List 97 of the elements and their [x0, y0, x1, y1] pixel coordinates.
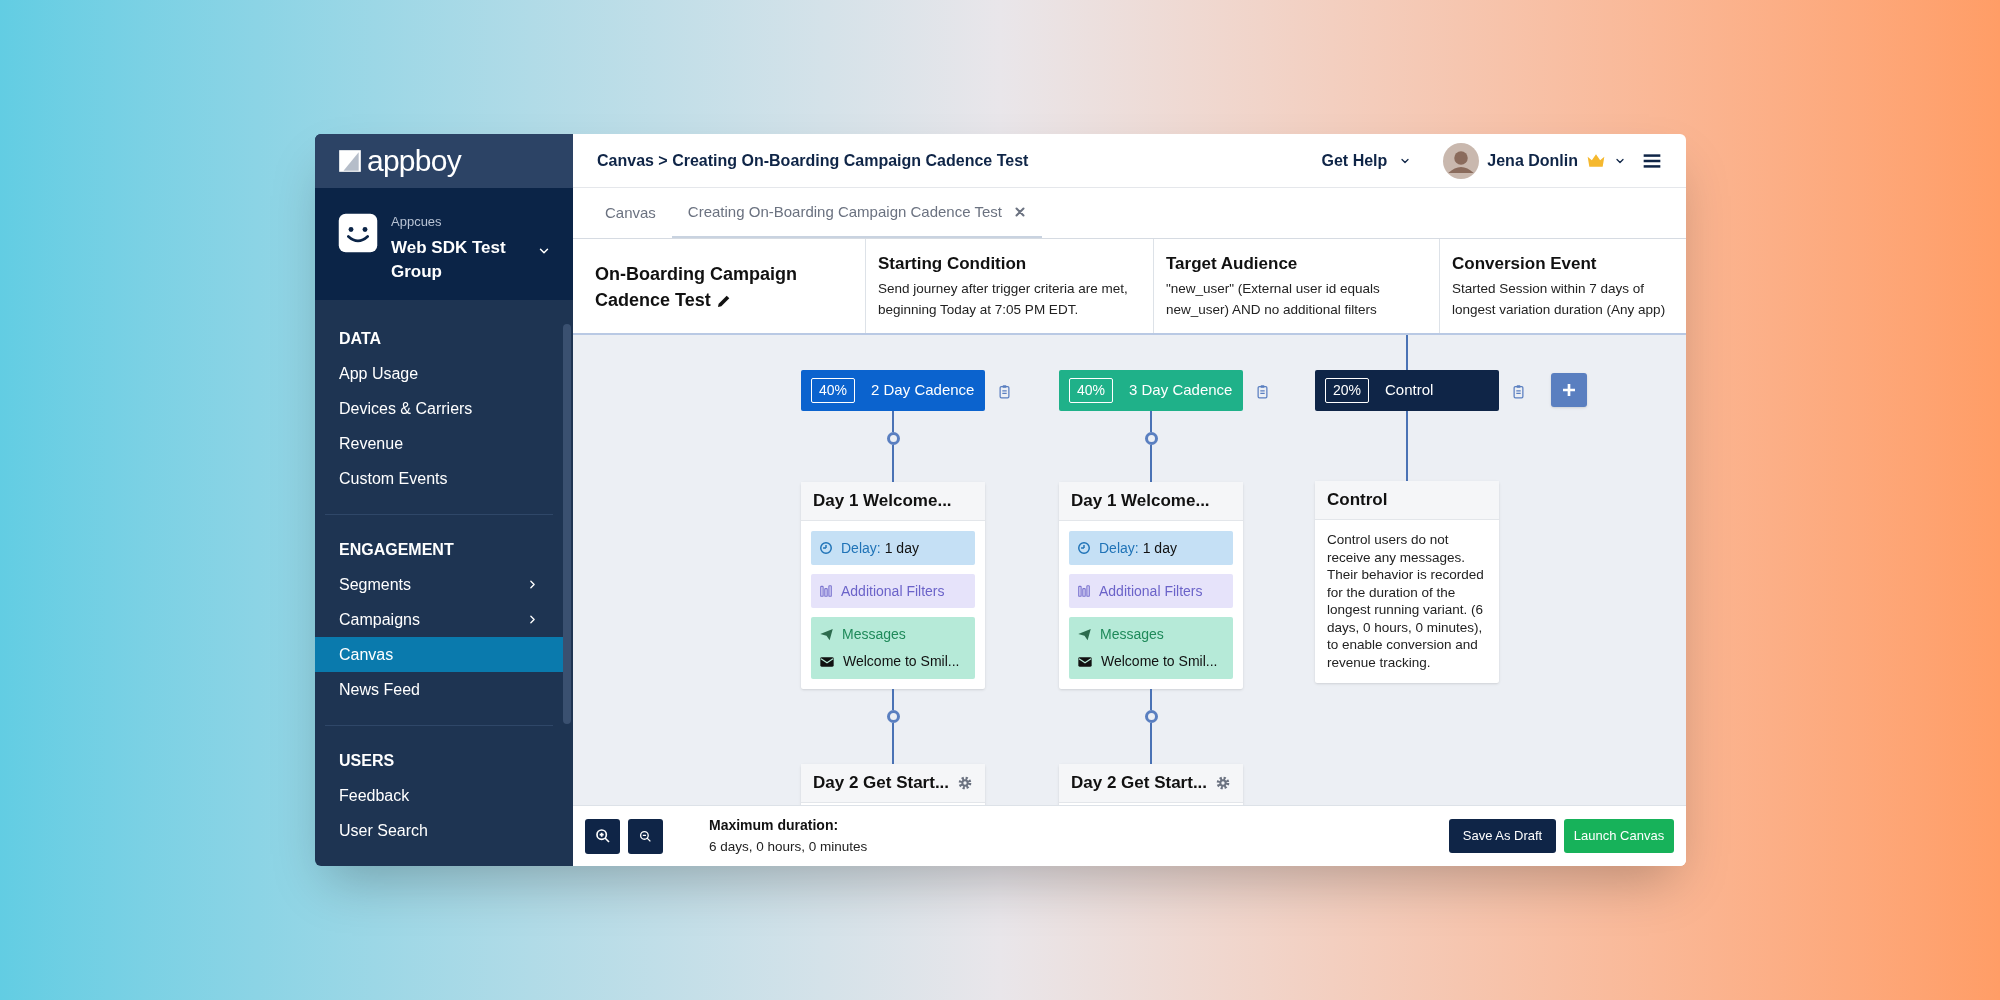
- messages-step[interactable]: Messages Welcome to Smil...: [1069, 617, 1233, 679]
- step-title: Day 2 Get Start...: [1071, 772, 1208, 795]
- zoom-out-icon: [639, 829, 652, 843]
- user-menu[interactable]: Jena Donlin: [1443, 142, 1626, 179]
- step-card[interactable]: Day 1 Welcome... Delay: 1 day Additional Filters Messages Welcome to Smil...: [1059, 482, 1243, 689]
- step-title: Day 2 Get Start...: [813, 772, 950, 795]
- nav-item[interactable]: Devices & Carriers: [315, 391, 563, 426]
- percent-tag: 40%: [1069, 378, 1114, 403]
- variant-header[interactable]: 40% 2 Day Cadence: [801, 370, 985, 411]
- summary-text: Send journey after trigger criteria are met, beginning Today at 7:05 PM EDT.: [878, 280, 1129, 319]
- section-heading: ENGAGEMENT: [338, 540, 455, 560]
- nav-item[interactable]: News Feed: [315, 672, 563, 707]
- section-heading: USERS: [338, 751, 396, 771]
- connector-line: [1150, 723, 1152, 764]
- summary-title: Conversion Event: [1452, 253, 1598, 275]
- connector-node: [886, 432, 900, 445]
- messages-step[interactable]: Messages Welcome to Smil...: [811, 617, 975, 679]
- messages-label: Messages: [1100, 625, 1164, 644]
- section-heading: DATA: [338, 329, 383, 349]
- connector-node: [886, 710, 900, 723]
- logo-icon: [337, 148, 363, 174]
- filter-icon: [1077, 584, 1091, 598]
- message-name: Welcome to Smil...: [843, 652, 960, 671]
- clipboard-icon[interactable]: [1511, 384, 1526, 399]
- message-name: Welcome to Smil...: [1101, 652, 1218, 671]
- nav-item[interactable]: Revenue: [315, 426, 563, 461]
- action-button[interactable]: Save As Draft: [1449, 819, 1556, 853]
- connector-line: [1150, 411, 1152, 432]
- summary-title: Starting Condition: [878, 253, 1028, 275]
- summary-title: Target Audience: [1166, 253, 1299, 275]
- summary-text: "new_user" (External user id equals new_user) AND no additional filters: [1166, 280, 1381, 319]
- connector-line: [892, 689, 894, 710]
- nav-item[interactable]: User Search: [315, 813, 563, 848]
- connector-node: [1144, 710, 1158, 723]
- gear-icon[interactable]: [957, 775, 973, 791]
- pencil-icon[interactable]: [715, 293, 732, 310]
- filters-step[interactable]: Additional Filters: [811, 574, 975, 608]
- delay-value: 1 day: [884, 538, 919, 558]
- percent-tag: 20%: [1325, 378, 1370, 403]
- delay-step[interactable]: Delay: 1 day: [811, 531, 975, 565]
- connector-line: [1150, 445, 1152, 482]
- logo-text: appboy: [367, 146, 461, 176]
- scrollbar[interactable]: [563, 324, 571, 724]
- duration-label: Maximum duration:: [709, 816, 840, 835]
- paper-plane-icon: [1077, 627, 1092, 642]
- delay-label: Delay:: [841, 538, 881, 558]
- zoom-in-button[interactable]: [585, 818, 620, 854]
- tab[interactable]: Canvas: [589, 188, 672, 238]
- connector-node: [1144, 432, 1158, 445]
- step-title: Day 1 Welcome...: [1071, 490, 1210, 513]
- filter-icon: [819, 584, 833, 598]
- gear-icon[interactable]: [1215, 775, 1231, 791]
- delay-value: 1 day: [1142, 538, 1177, 558]
- plus-icon: [1561, 382, 1577, 398]
- add-variant-button[interactable]: [1551, 373, 1587, 407]
- variant-header[interactable]: 20% Control: [1315, 370, 1499, 411]
- smiley-icon: [337, 212, 379, 254]
- delay-label: Delay:: [1099, 538, 1139, 558]
- canvas-name: On-Boarding Campaign Cadence Test: [595, 263, 798, 312]
- connector-line: [892, 723, 894, 764]
- workspace-name: Web SDK Test Group: [391, 236, 507, 283]
- company-name: Appcues: [391, 213, 443, 231]
- step-card[interactable]: Day 1 Welcome... Delay: 1 day Additional Filters Messages Welcome to Smil...: [801, 482, 985, 689]
- step-title: Day 1 Welcome...: [813, 490, 952, 513]
- percent-tag: 40%: [811, 378, 856, 403]
- avatar-icon: [1443, 142, 1480, 179]
- zoom-in-icon: [594, 828, 611, 844]
- connector-line: [1406, 335, 1408, 370]
- zoom-out-button[interactable]: [628, 818, 663, 854]
- paper-plane-icon: [819, 627, 834, 642]
- duration-value: 6 days, 0 hours, 0 minutes: [709, 838, 869, 856]
- step-card[interactable]: Day 2 Get Start...: [801, 764, 985, 805]
- connector-line: [1406, 411, 1408, 481]
- step-card[interactable]: Day 2 Get Start...: [1059, 764, 1243, 805]
- clock-icon: [1077, 541, 1091, 555]
- clipboard-icon[interactable]: [1255, 384, 1270, 399]
- nav-item[interactable]: Canvas: [315, 637, 563, 672]
- step-title: Control: [1327, 489, 1388, 512]
- connector-line: [892, 411, 894, 432]
- nav-item[interactable]: Campaigns: [315, 602, 563, 637]
- workspace-switcher[interactable]: Appcues Web SDK Test Group: [315, 188, 573, 300]
- nav-item[interactable]: Segments: [315, 567, 563, 602]
- clock-icon: [819, 541, 833, 555]
- nav-item[interactable]: App Usage: [315, 356, 563, 391]
- connector-line: [1150, 689, 1152, 710]
- breadcrumb: Canvas > Creating On-Boarding Campaign Cadence Test: [597, 150, 1030, 171]
- close-icon: [1013, 206, 1026, 218]
- control-description: Control users do not receive any messages. Their behavior is recorded for the duration of the longest running variant. (6 days, 0 hours, 0 minutes), to enable conversion and revenue tracking.: [1326, 531, 1485, 672]
- connector-line: [892, 445, 894, 482]
- nav-item[interactable]: Custom Events: [315, 461, 563, 496]
- messages-label: Messages: [842, 625, 906, 644]
- nav-item[interactable]: Feedback: [315, 778, 563, 813]
- filters-step[interactable]: Additional Filters: [1069, 574, 1233, 608]
- clipboard-icon[interactable]: [997, 384, 1012, 399]
- help-menu[interactable]: Get Help: [1321, 148, 1412, 173]
- delay-step[interactable]: Delay: 1 day: [1069, 531, 1233, 565]
- summary-text: Started Session within 7 days of longest variation duration (Any app): [1452, 280, 1667, 319]
